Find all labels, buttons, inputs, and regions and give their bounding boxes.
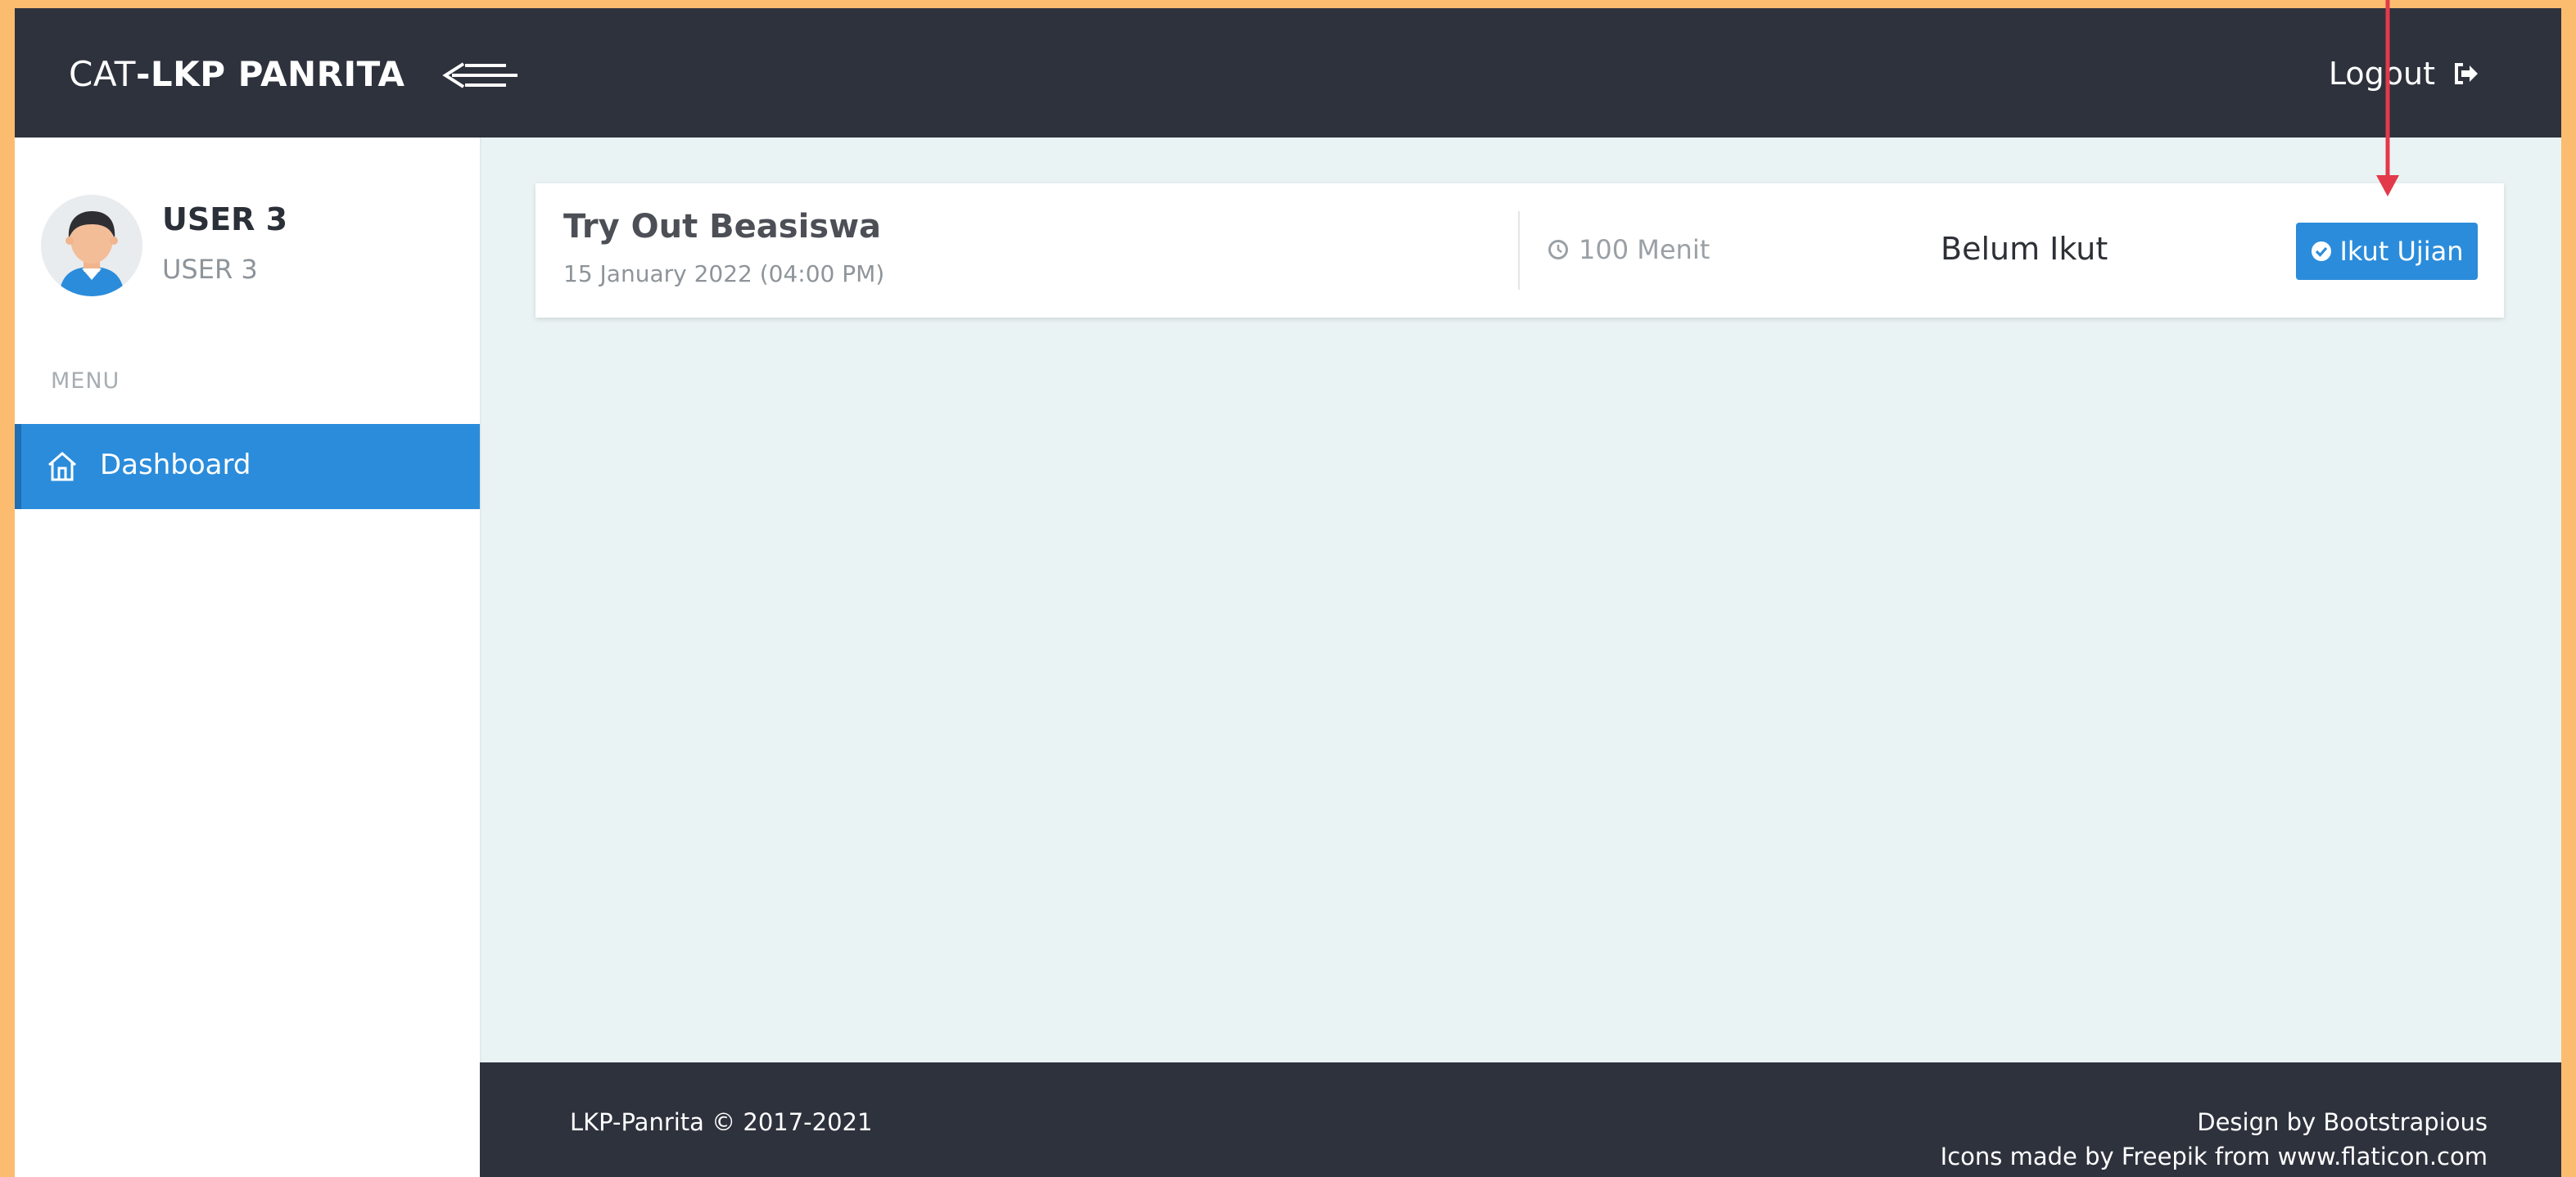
user-avatar-icon [41,195,142,296]
sidebar-item-dashboard[interactable]: Dashboard [15,424,480,509]
exam-status: Belum Ikut [1941,231,2108,267]
user-name: USER 3 [162,201,288,237]
footer-copyright: LKP-Panrita © 2017-2021 [570,1108,873,1136]
menu-section-label: MENU [51,368,120,394]
menu-toggle-icon[interactable] [441,57,522,93]
sidebar: USER 3 USER 3 MENU Dashboard [15,138,481,1177]
user-role: USER 3 [162,254,258,285]
exam-duration: 100 Menit [1548,234,1710,265]
annotation-arrow-icon [2376,0,2399,196]
sidebar-item-label: Dashboard [100,449,251,481]
divider [1518,211,1520,290]
sign-out-icon [2455,63,2478,84]
check-circle-icon [2312,241,2332,261]
exam-card: Try Out Beasiswa 15 January 2022 (04:00 … [536,183,2504,318]
app-window: CAT - LKP PANRITA Logout USER 3 USER 3 M… [15,8,2561,1177]
footer-icons-credit: Icons made by Freepik from www.flaticon.… [1940,1143,2488,1170]
brand-dash: - [135,53,151,94]
brand-logo[interactable]: CAT - LKP PANRITA [69,47,405,100]
exam-title: Try Out Beasiswa [563,208,882,246]
home-icon [48,452,76,481]
brand-prefix: CAT [69,53,136,94]
footer-design-credit: Design by Bootstrapious [2197,1108,2488,1136]
brand-name: LKP PANRITA [150,53,405,94]
top-navbar: CAT - LKP PANRITA Logout [15,8,2561,138]
exam-date: 15 January 2022 (04:00 PM) [563,260,885,287]
clock-icon [1548,240,1568,259]
ikut-ujian-button[interactable]: Ikut Ujian [2296,223,2478,280]
footer: LKP-Panrita © 2017-2021 Design by Bootst… [480,1062,2561,1177]
avatar [41,195,142,296]
exam-duration-text: 100 Menit [1579,234,1711,265]
ikut-ujian-label: Ikut Ujian [2339,236,2464,267]
